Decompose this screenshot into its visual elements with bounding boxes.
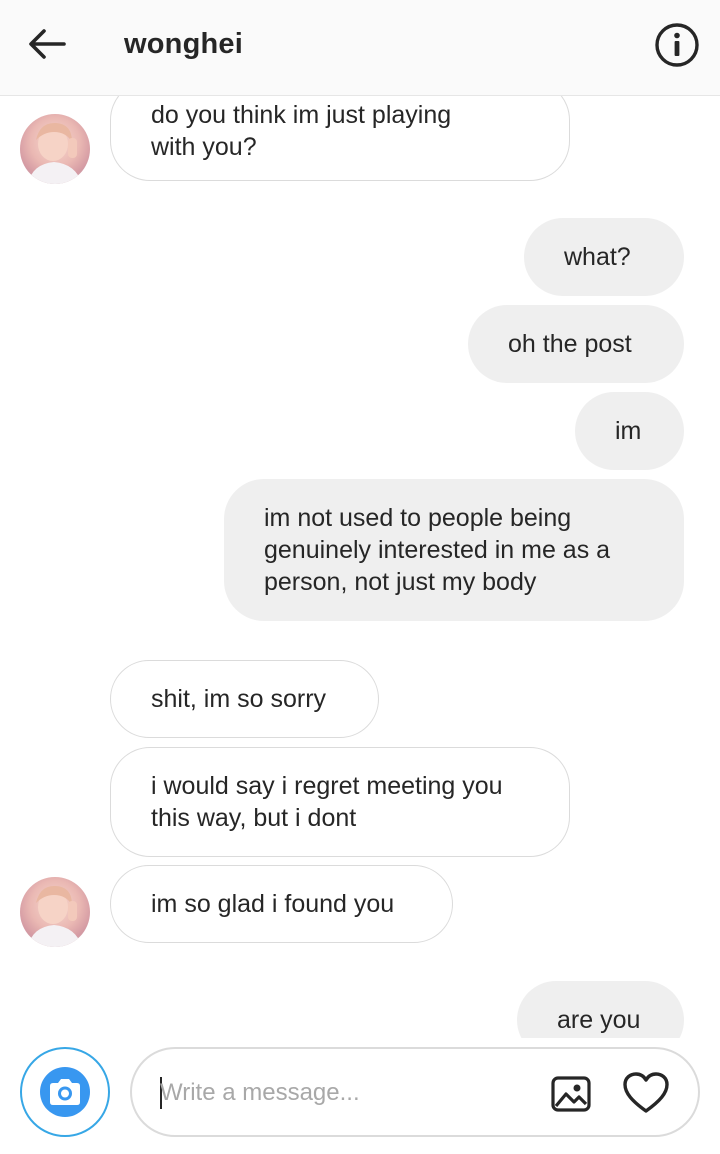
heart-icon — [623, 1072, 669, 1113]
info-circle-icon — [655, 23, 699, 67]
camera-icon — [50, 1079, 80, 1105]
message-bubble-outgoing[interactable]: im not used to people being genuinely in… — [224, 479, 684, 621]
message-text: shit, im so sorry — [151, 685, 327, 713]
avatar[interactable] — [20, 114, 90, 184]
message-bubble-outgoing[interactable]: are you — [517, 981, 684, 1038]
message-thread[interactable]: do you think im just playing with you? w… — [0, 96, 720, 1038]
message-text: are you — [557, 1006, 641, 1034]
info-button[interactable] — [654, 22, 700, 68]
gallery-button[interactable] — [550, 1073, 592, 1115]
message-input[interactable] — [160, 1073, 530, 1113]
message-text: what? — [564, 243, 631, 271]
arrow-left-icon — [29, 29, 66, 59]
like-button[interactable] — [622, 1071, 670, 1115]
message-bubble-incoming[interactable]: do you think im just playing with you? — [110, 96, 570, 181]
chat-header: wonghei — [0, 0, 720, 96]
back-button[interactable] — [26, 26, 68, 62]
message-text: oh the post — [508, 330, 632, 358]
avatar[interactable] — [20, 877, 90, 947]
message-text: im so glad i found you — [151, 890, 395, 918]
avatar-photo — [28, 885, 82, 947]
message-bubble-outgoing[interactable]: what? — [524, 218, 684, 296]
message-text: im — [615, 417, 642, 445]
message-composer — [0, 1038, 720, 1154]
message-text: im not used to people being genuinely in… — [264, 504, 611, 596]
conversation-title[interactable]: wonghei — [124, 28, 243, 61]
avatar-photo — [28, 122, 82, 184]
message-bubble-outgoing[interactable]: im — [575, 392, 684, 470]
message-input-container — [130, 1047, 700, 1137]
message-bubble-incoming[interactable]: i would say i regret meeting you this wa… — [110, 747, 570, 857]
message-bubble-incoming[interactable]: shit, im so sorry — [110, 660, 379, 738]
camera-button[interactable] — [20, 1047, 110, 1137]
image-icon — [551, 1076, 591, 1112]
message-bubble-incoming[interactable]: im so glad i found you — [110, 865, 453, 943]
message-text: do you think im just playing with you? — [151, 100, 452, 161]
message-text: i would say i regret meeting you this wa… — [151, 772, 503, 832]
message-bubble-outgoing[interactable]: oh the post — [468, 305, 684, 383]
